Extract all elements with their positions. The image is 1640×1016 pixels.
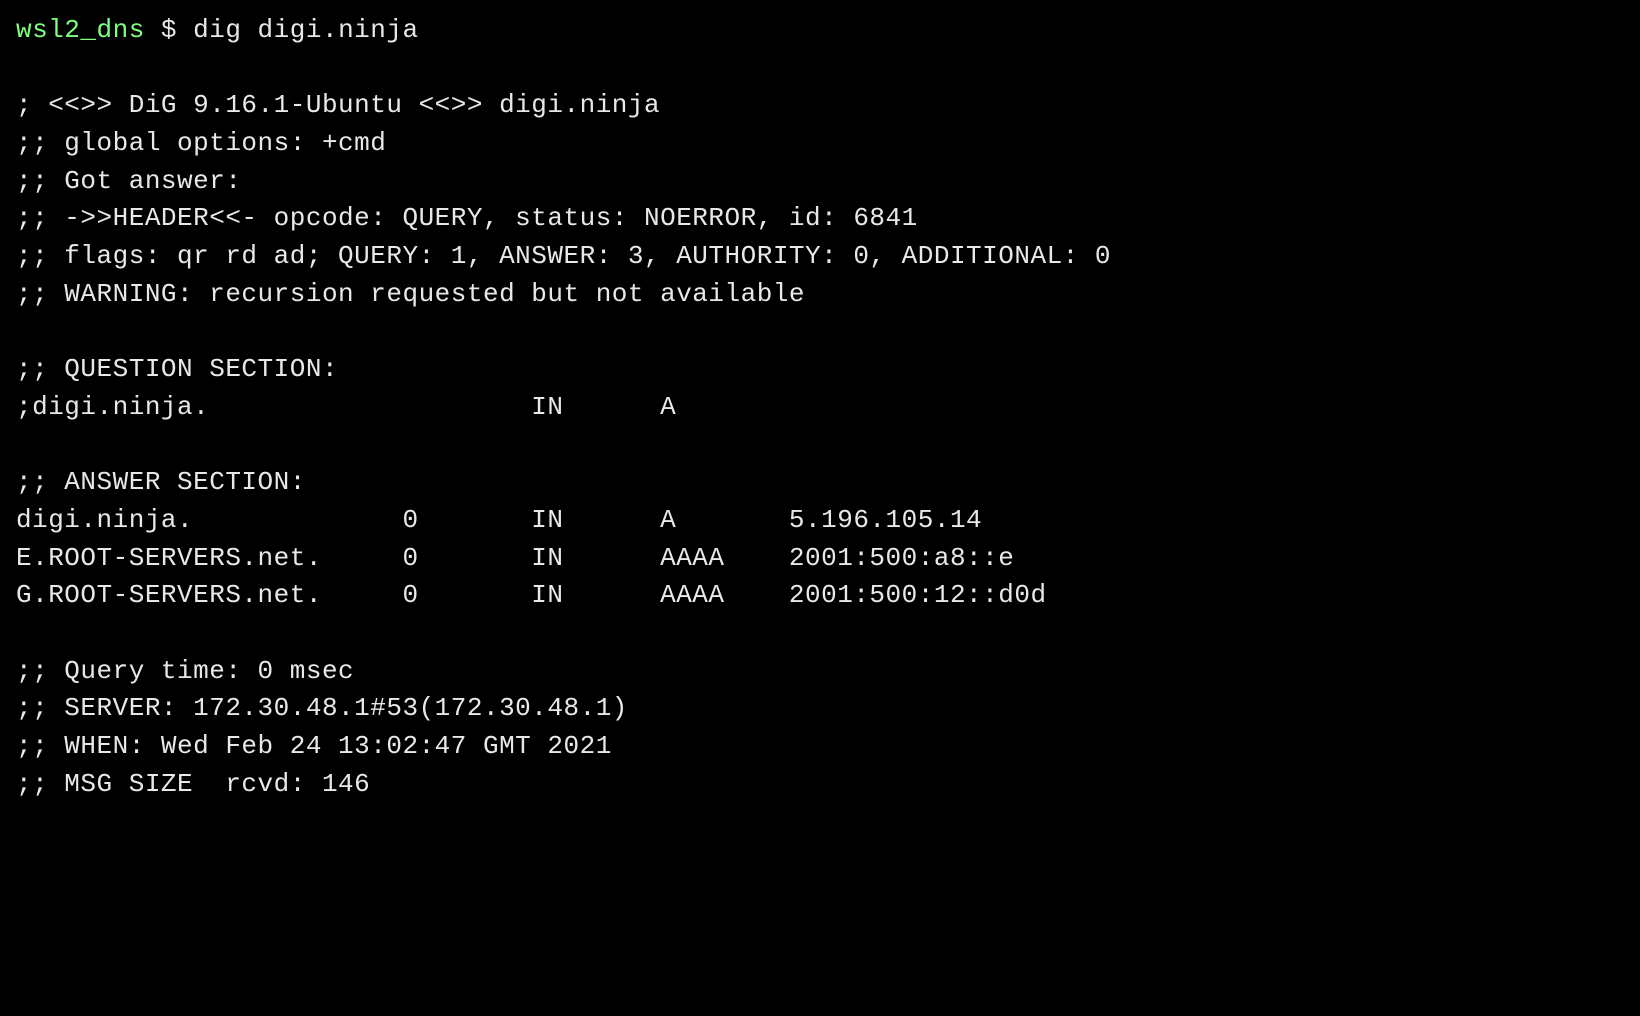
- global-options: ;; global options: +cmd: [16, 125, 1624, 163]
- got-answer: ;; Got answer:: [16, 163, 1624, 201]
- terminal-output[interactable]: wsl2_dns $ dig digi.ninja ; <<>> DiG 9.1…: [16, 12, 1624, 803]
- dig-banner: ; <<>> DiG 9.16.1-Ubuntu <<>> digi.ninja: [16, 87, 1624, 125]
- answer-record: G.ROOT-SERVERS.net. 0 IN AAAA 2001:500:1…: [16, 577, 1624, 615]
- query-time: ;; Query time: 0 msec: [16, 653, 1624, 691]
- question-section-header: ;; QUESTION SECTION:: [16, 351, 1624, 389]
- blank-line: [16, 427, 1624, 465]
- flags-line: ;; flags: qr rd ad; QUERY: 1, ANSWER: 3,…: [16, 238, 1624, 276]
- blank-line: [16, 615, 1624, 653]
- answer-section-header: ;; ANSWER SECTION:: [16, 464, 1624, 502]
- header-line: ;; ->>HEADER<<- opcode: QUERY, status: N…: [16, 200, 1624, 238]
- answer-record: digi.ninja. 0 IN A 5.196.105.14: [16, 502, 1624, 540]
- server-line: ;; SERVER: 172.30.48.1#53(172.30.48.1): [16, 690, 1624, 728]
- when-line: ;; WHEN: Wed Feb 24 13:02:47 GMT 2021: [16, 728, 1624, 766]
- blank-line: [16, 314, 1624, 352]
- question-record: ;digi.ninja. IN A: [16, 389, 1624, 427]
- command-text: dig digi.ninja: [193, 15, 418, 45]
- msg-size: ;; MSG SIZE rcvd: 146: [16, 766, 1624, 804]
- hostname: wsl2_dns: [16, 15, 145, 45]
- warning-line: ;; WARNING: recursion requested but not …: [16, 276, 1624, 314]
- prompt-line: wsl2_dns $ dig digi.ninja: [16, 12, 1624, 50]
- blank-line: [16, 50, 1624, 88]
- answer-record: E.ROOT-SERVERS.net. 0 IN AAAA 2001:500:a…: [16, 540, 1624, 578]
- prompt-separator: $: [145, 15, 193, 45]
